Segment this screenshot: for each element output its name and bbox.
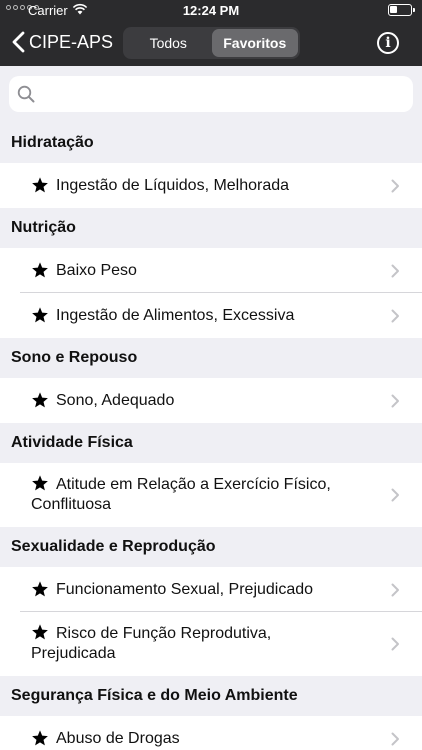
- search-bar: [0, 66, 422, 123]
- star-icon: [31, 474, 49, 497]
- star-icon: [31, 176, 49, 199]
- segment-favoritos[interactable]: Favoritos: [211, 29, 298, 57]
- section-header: Segurança Física e do Meio Ambiente: [0, 676, 422, 716]
- chevron-right-icon: [391, 732, 400, 750]
- chevron-right-icon: [391, 179, 400, 198]
- search-icon: [17, 85, 35, 103]
- section-header: Atividade Física: [0, 423, 422, 463]
- back-button[interactable]: CIPE-APS: [12, 31, 113, 53]
- clock: 12:24 PM: [182, 3, 240, 18]
- list-item-label: Abuso de Drogas: [0, 729, 180, 749]
- navigation-bar: CIPE-APS Todos Favoritos i: [0, 22, 422, 66]
- segment-todos[interactable]: Todos: [125, 29, 212, 57]
- list-item[interactable]: Sono, Adequado: [0, 378, 422, 423]
- back-label: CIPE-APS: [29, 31, 114, 52]
- list-item-line: Baixo Peso: [56, 261, 137, 279]
- chevron-right-icon: [391, 583, 400, 602]
- status-bar: Carrier 12:24 PM: [0, 0, 422, 22]
- star-icon: [31, 580, 49, 603]
- list-item[interactable]: Risco de Função Reprodutiva, Prejudicada: [0, 612, 422, 676]
- list-item-line: Abuso de Drogas: [56, 729, 180, 747]
- star-icon: [31, 306, 49, 329]
- list-item[interactable]: Baixo Peso: [0, 248, 422, 293]
- segmented-control: Todos Favoritos: [123, 27, 300, 59]
- battery-icon: [388, 4, 415, 16]
- battery-fill: [390, 6, 397, 13]
- list-item-line: Sono, Adequado: [56, 391, 175, 409]
- list-item-label: Baixo Peso: [0, 261, 137, 281]
- top-bar: Carrier 12:24 PM CIPE-APS Todos Favoritos…: [0, 0, 422, 66]
- star-icon: [31, 729, 49, 750]
- search-field[interactable]: [9, 76, 413, 112]
- star-icon: [31, 261, 49, 284]
- chevron-right-icon: [391, 488, 400, 507]
- search-input[interactable]: [43, 76, 403, 112]
- list-item[interactable]: Abuso de Drogas: [0, 716, 422, 750]
- section-header: Sono e Repouso: [0, 338, 422, 378]
- favorites-list: Hidratação Ingestão de Líquidos, Melhorad…: [0, 123, 422, 750]
- list-item-line: Conflituosa: [31, 496, 112, 513]
- chevron-right-icon: [391, 394, 400, 413]
- chevron-left-icon: [12, 31, 25, 53]
- list-item-line: Prejudicada: [31, 645, 116, 662]
- chevron-right-icon: [391, 309, 400, 328]
- list-item[interactable]: Ingestão de Líquidos, Melhorada: [0, 163, 422, 208]
- list-item[interactable]: Ingestão de Alimentos, Excessiva: [0, 293, 422, 338]
- list-item[interactable]: Funcionamento Sexual, Prejudicado: [0, 567, 422, 612]
- list-item-label: Sono, Adequado: [0, 391, 174, 411]
- list-item-label: Atitude em Relação a Exercício Físico, Co…: [0, 475, 331, 515]
- star-icon: [31, 391, 49, 414]
- chevron-right-icon: [391, 637, 400, 656]
- chevron-right-icon: [391, 264, 400, 283]
- section-header: Sexualidade e Reprodução: [0, 527, 422, 567]
- list-item[interactable]: Atitude em Relação a Exercício Físico, Co…: [0, 463, 422, 527]
- section-header: Nutrição: [0, 208, 422, 248]
- info-button[interactable]: i: [377, 32, 399, 54]
- star-icon: [31, 623, 49, 646]
- info-icon: i: [385, 35, 391, 51]
- list-item-line: Atitude em Relação a Exercício Físico,: [56, 476, 331, 493]
- section-header: Hidratação: [0, 123, 422, 163]
